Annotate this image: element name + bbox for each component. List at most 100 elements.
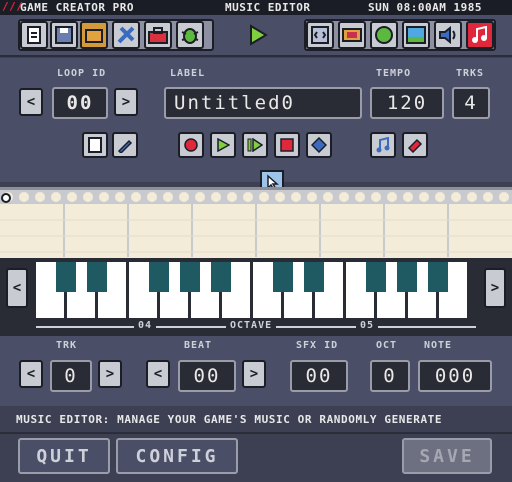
- oct-input[interactable]: 0: [370, 360, 410, 392]
- note-grid[interactable]: [0, 187, 512, 260]
- beat-dot[interactable]: [483, 192, 493, 202]
- beat-dot[interactable]: [131, 192, 141, 202]
- step-play-icon: [247, 138, 263, 152]
- beat-dot[interactable]: [35, 192, 45, 202]
- black-key[interactable]: [87, 262, 107, 292]
- beat-dot[interactable]: [355, 192, 365, 202]
- stop-icon: [280, 138, 294, 152]
- black-key[interactable]: [273, 262, 293, 292]
- random-generate-button[interactable]: [306, 132, 332, 158]
- black-key[interactable]: [211, 262, 231, 292]
- erase-button[interactable]: [402, 132, 428, 158]
- octave-low-label: 04: [134, 320, 157, 331]
- beat-dot[interactable]: [195, 192, 205, 202]
- beat-dot[interactable]: [291, 192, 301, 202]
- beat-dot[interactable]: [371, 192, 381, 202]
- mode-title: MUSIC EDITOR: [225, 1, 311, 14]
- note-input[interactable]: 000: [418, 360, 492, 392]
- beat-dot[interactable]: [419, 192, 429, 202]
- config-button[interactable]: CONFIG: [116, 438, 238, 474]
- toolbox-icon[interactable]: [144, 21, 172, 49]
- black-key[interactable]: [304, 262, 324, 292]
- loop-next-button[interactable]: >: [114, 88, 138, 116]
- black-key[interactable]: [56, 262, 76, 292]
- play-icon[interactable]: [244, 21, 272, 49]
- beat-dot[interactable]: [339, 192, 349, 202]
- record-icon: [184, 138, 198, 152]
- clock: SUN 08:00AM 1985: [368, 1, 482, 14]
- file-icon[interactable]: [20, 21, 48, 49]
- play-from-cursor-button[interactable]: [242, 132, 268, 158]
- save-button[interactable]: SAVE: [402, 438, 492, 474]
- beat-next-button[interactable]: >: [242, 360, 266, 388]
- record-button[interactable]: [178, 132, 204, 158]
- black-key[interactable]: [366, 262, 386, 292]
- bug-icon[interactable]: [176, 21, 204, 49]
- play-button[interactable]: [210, 132, 236, 158]
- note-settings-panel: TRK < 0 > BEAT < 00 > SFX ID 00 OCT 0 NO…: [0, 336, 512, 406]
- sprite-icon[interactable]: [338, 21, 366, 49]
- edit-loop-button[interactable]: [112, 132, 138, 158]
- black-key[interactable]: [149, 262, 169, 292]
- black-key[interactable]: [428, 262, 448, 292]
- play-icon: [217, 138, 230, 152]
- beat-dot[interactable]: [227, 192, 237, 202]
- track-prev-button[interactable]: <: [19, 360, 43, 388]
- stop-button[interactable]: [274, 132, 300, 158]
- beat-dot[interactable]: [243, 192, 253, 202]
- beat-dot[interactable]: [163, 192, 173, 202]
- label-label: LABEL: [170, 68, 206, 79]
- octave-prev-button[interactable]: <: [6, 268, 28, 308]
- beat-dot[interactable]: [115, 192, 125, 202]
- beat-dot[interactable]: [451, 192, 461, 202]
- beat-dot[interactable]: [403, 192, 413, 202]
- beat-dot[interactable]: [67, 192, 77, 202]
- black-key[interactable]: [397, 262, 417, 292]
- beat-dot[interactable]: [467, 192, 477, 202]
- song-name-input[interactable]: Untitled0: [164, 87, 362, 119]
- status-message: MUSIC EDITOR: MANAGE YOUR GAME'S MUSIC O…: [0, 410, 512, 430]
- map-icon[interactable]: [370, 21, 398, 49]
- instrument-button[interactable]: [370, 132, 396, 158]
- beat-dot[interactable]: [435, 192, 445, 202]
- beat-dot[interactable]: [499, 192, 509, 202]
- beat-dot[interactable]: [19, 192, 29, 202]
- beat-dot[interactable]: [147, 192, 157, 202]
- tools-icon[interactable]: [112, 21, 140, 49]
- beat-dot[interactable]: [323, 192, 333, 202]
- beat-dot[interactable]: [259, 192, 269, 202]
- beat-dot[interactable]: [275, 192, 285, 202]
- beat-dot[interactable]: [211, 192, 221, 202]
- music-note-icon[interactable]: [466, 21, 494, 49]
- code-icon[interactable]: [306, 21, 334, 49]
- speaker-icon[interactable]: [434, 21, 462, 49]
- dice-icon: [311, 137, 327, 153]
- save-disk-icon[interactable]: [50, 21, 78, 49]
- beat-dot[interactable]: [51, 192, 61, 202]
- beat-label: BEAT: [184, 340, 213, 351]
- status-text: MUSIC EDITOR: MANAGE YOUR GAME'S MUSIC O…: [16, 413, 443, 426]
- picture-icon[interactable]: [402, 21, 430, 49]
- beat-dot[interactable]: [83, 192, 93, 202]
- beat-prev-button[interactable]: <: [146, 360, 170, 388]
- tempo-label: TEMPO: [376, 68, 412, 79]
- quit-button[interactable]: QUIT: [18, 438, 110, 474]
- beat-dot[interactable]: [179, 192, 189, 202]
- octave-next-button[interactable]: >: [484, 268, 506, 308]
- sfx-id-input[interactable]: 00: [290, 360, 348, 392]
- note-label: NOTE: [424, 340, 453, 351]
- file-icon: [88, 137, 102, 153]
- beat-grid[interactable]: [0, 190, 512, 257]
- beat-dot[interactable]: [99, 192, 109, 202]
- tracks-input[interactable]: 4: [452, 87, 490, 119]
- sfx-label: SFX ID: [296, 340, 339, 351]
- folder-icon[interactable]: [80, 21, 108, 49]
- beat-dot[interactable]: [387, 192, 397, 202]
- black-key[interactable]: [180, 262, 200, 292]
- loop-id-value: 00: [52, 87, 108, 119]
- beat-dot[interactable]: [307, 192, 317, 202]
- loop-prev-button[interactable]: <: [19, 88, 43, 116]
- tempo-input[interactable]: 120: [370, 87, 444, 119]
- new-loop-button[interactable]: [82, 132, 108, 158]
- track-next-button[interactable]: >: [98, 360, 122, 388]
